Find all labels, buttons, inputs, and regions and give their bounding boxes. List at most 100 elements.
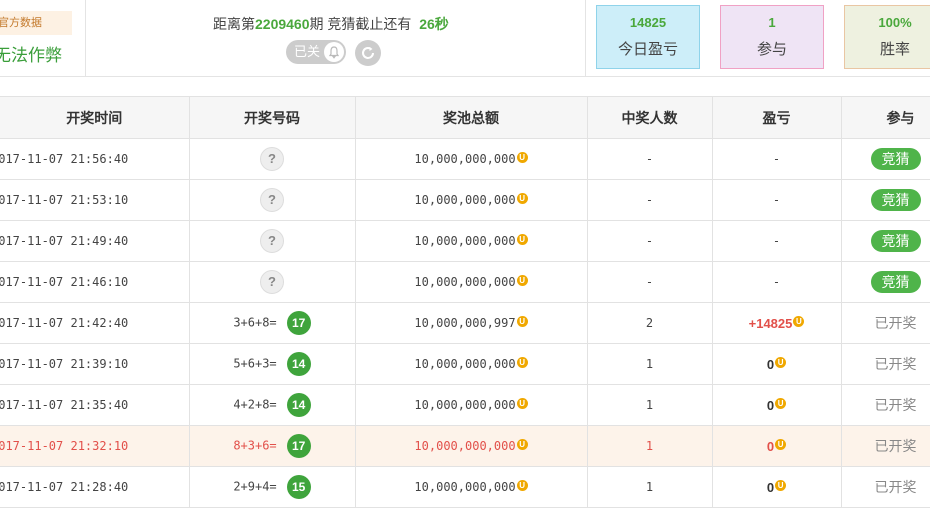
pool-value: 10,000,000,000 (414, 439, 516, 453)
draw-time: 2017-11-07 21:28:40 (0, 466, 190, 508)
pool-cell: 10,000,000,000 U (355, 220, 588, 262)
pool-cell: 10,000,000,000 U (355, 179, 588, 221)
draw-number-cell: ? (189, 138, 356, 180)
profit-value: +14825 (748, 315, 793, 331)
profit-value: - (772, 234, 781, 248)
profit-cell: - (712, 179, 842, 221)
participate-cell: 已开奖 (841, 343, 930, 385)
drawn-status: 已开奖 (874, 438, 917, 454)
draw-time: 2017-11-07 21:56:40 (0, 138, 190, 180)
participate-cell: 已开奖 (841, 302, 930, 344)
pool-cell: 10,000,000,997 U (355, 302, 588, 344)
profit-cell: - (712, 261, 842, 303)
draw-time: 2017-11-07 21:32:10 (0, 425, 190, 467)
refresh-icon (362, 47, 374, 59)
draw-number-cell: 2+9+4= 15 (189, 466, 356, 508)
pool-value: 10,000,000,000 (414, 193, 516, 207)
notification-toggle[interactable]: 已关 (286, 40, 346, 64)
official-data-tag: 官方数据 (0, 11, 72, 35)
drawn-status: 已开奖 (874, 397, 917, 413)
guess-button[interactable]: 竞猜 (870, 148, 921, 170)
table-row: 2017-11-07 21:39:10 5+6+3= 14 10,000,000,00… (0, 343, 930, 385)
profit-cell: 0U (712, 466, 842, 508)
coin-icon: U (793, 315, 805, 327)
countdown-seconds: 26秒 (419, 16, 449, 32)
profit-value: 0 (766, 479, 775, 495)
countdown-text: 距离第2209460期 竞猜截止还有 26秒 (213, 16, 449, 32)
draw-number-cell: 4+2+8= 14 (189, 384, 356, 426)
pool-cell: 10,000,000,000 U (355, 466, 588, 508)
top-bar: 官方数据 无法作弊 距离第2209460期 竞猜截止还有 26秒 已关 1482… (0, 0, 930, 77)
table-header-row: 开奖时间 开奖号码 奖池总额 中奖人数 盈亏 参与 (0, 96, 930, 139)
col-winners: 中奖人数 (587, 96, 713, 139)
pool-cell: 10,000,000,000 U (355, 425, 588, 467)
col-draw-number: 开奖号码 (189, 96, 356, 139)
coin-icon: U (516, 152, 528, 163)
pending-result-icon: ? (260, 270, 284, 294)
coin-icon: U (516, 357, 528, 368)
winners-cell: 1 (587, 466, 713, 508)
draw-time: 2017-11-07 21:46:10 (0, 261, 190, 303)
coin-icon: U (516, 275, 528, 286)
pool-cell: 10,000,000,000 U (355, 138, 588, 180)
participate-cell: 已开奖 (841, 384, 930, 426)
winners-cell: - (587, 220, 713, 262)
profit-value: 0 (766, 356, 775, 372)
profit-cell: - (712, 138, 842, 180)
pool-value: 10,000,000,000 (414, 357, 516, 371)
drawn-status: 已开奖 (874, 356, 917, 372)
draw-formula: 5+6+3= (233, 356, 277, 371)
pending-result-icon: ? (260, 147, 284, 171)
pool-value: 10,000,000,997 (414, 316, 516, 330)
coin-icon: U (775, 356, 787, 368)
result-ball: 14 (286, 393, 311, 417)
profit-cell: 0U (712, 343, 842, 385)
pool-value: 10,000,000,000 (414, 398, 516, 412)
refresh-button[interactable] (355, 40, 381, 66)
winners-cell: - (587, 261, 713, 303)
coin-icon: U (516, 398, 528, 409)
draw-results-table: 开奖时间 开奖号码 奖池总额 中奖人数 盈亏 参与 2017-11-07 21:… (0, 96, 930, 508)
draw-formula: 3+6+8= (233, 315, 277, 330)
pending-result-icon: ? (260, 229, 284, 253)
profit-value: - (772, 275, 781, 289)
draw-time: 2017-11-07 21:53:10 (0, 179, 190, 221)
winners-cell: 1 (587, 425, 713, 467)
draw-formula: 8+3+6= (233, 438, 277, 453)
draw-number-cell: 3+6+8= 17 (189, 302, 356, 344)
divider (585, 0, 586, 76)
profit-value: - (772, 152, 781, 166)
stat-value: 14825 (629, 15, 667, 30)
drawn-status: 已开奖 (874, 479, 917, 495)
result-ball: 17 (286, 434, 311, 458)
col-profit: 盈亏 (712, 96, 842, 139)
bell-icon (324, 42, 344, 62)
draw-number-cell: ? (189, 261, 356, 303)
coin-icon: U (516, 193, 528, 204)
winners-cell: 2 (587, 302, 713, 344)
draw-number-cell: ? (189, 179, 356, 221)
anti-cheat-label: 无法作弊 (0, 46, 62, 65)
result-ball: 15 (286, 475, 311, 499)
profit-cell: - (712, 220, 842, 262)
draw-time: 2017-11-07 21:49:40 (0, 220, 190, 262)
coin-icon: U (516, 480, 528, 491)
profit-cell: 0U (712, 384, 842, 426)
draw-time: 2017-11-07 21:42:40 (0, 302, 190, 344)
table-row: 2017-11-07 21:56:40? 10,000,000,000 U - - 竞猜 (0, 138, 930, 180)
guess-button[interactable]: 竞猜 (870, 230, 921, 252)
stat-label: 今日盈亏 (617, 41, 678, 58)
winners-cell: - (587, 138, 713, 180)
table-row: 2017-11-07 21:53:10? 10,000,000,000 U - - 竞猜 (0, 179, 930, 221)
draw-number-cell: 8+3+6= 17 (189, 425, 356, 467)
stat-value: 1 (768, 15, 776, 30)
draw-formula: 4+2+8= (233, 397, 277, 412)
guess-button[interactable]: 竞猜 (870, 189, 921, 211)
pool-value: 10,000,000,000 (414, 152, 516, 166)
drawn-status: 已开奖 (874, 315, 917, 331)
guess-button[interactable]: 竞猜 (870, 271, 921, 293)
coin-icon: U (775, 397, 787, 409)
table-row: 2017-11-07 21:35:40 4+2+8= 14 10,000,000,00… (0, 384, 930, 426)
table-row: 2017-11-07 21:28:40 2+9+4= 15 10,000,000,00… (0, 466, 930, 508)
issue-number: 2209460 (255, 16, 310, 32)
